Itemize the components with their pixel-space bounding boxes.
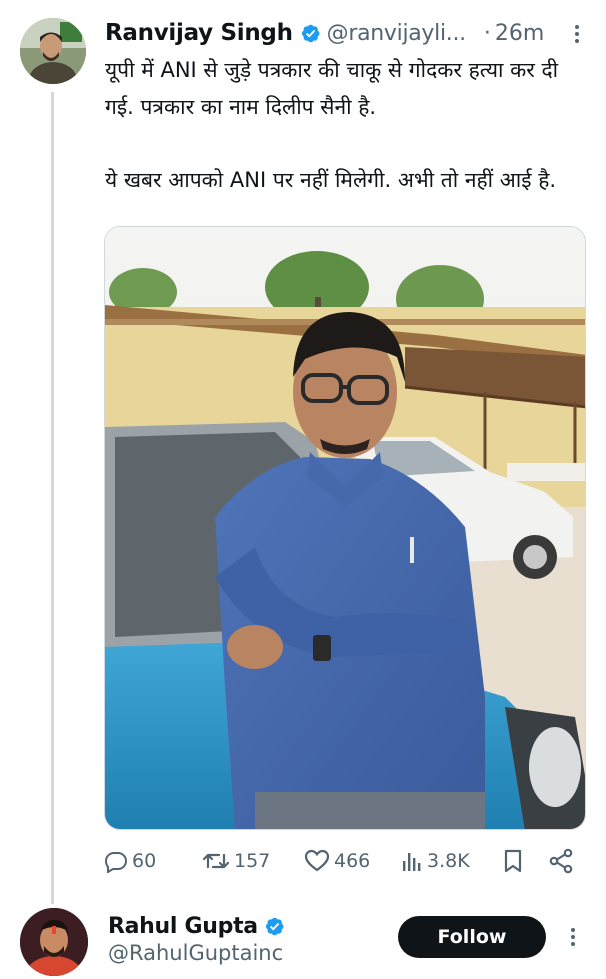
reply-author-name[interactable]: Rahul Gupta — [108, 914, 258, 939]
views-count: 3.8K — [427, 850, 470, 872]
tweet-header: Ranvijay Singh @ranvijayli... · 26m — [105, 16, 586, 50]
avatar[interactable] — [20, 908, 88, 976]
share-button[interactable] — [548, 844, 574, 878]
avatar[interactable] — [20, 18, 86, 84]
author-name[interactable]: Ranvijay Singh — [105, 20, 293, 46]
follow-button[interactable]: Follow — [398, 916, 546, 958]
more-vertical-icon[interactable] — [565, 924, 581, 950]
heart-icon — [304, 849, 330, 872]
tweet-photo[interactable] — [104, 226, 586, 830]
reply-author-info: Rahul Gupta @RahulGuptainc — [108, 909, 285, 965]
more-vertical-icon[interactable] — [568, 22, 586, 46]
share-icon — [549, 848, 573, 874]
reply-author-handle[interactable]: @RahulGuptainc — [108, 941, 285, 965]
like-count: 466 — [334, 850, 371, 872]
views-button[interactable]: 3.8K — [401, 844, 470, 878]
retweet-icon — [202, 853, 230, 869]
author-handle[interactable]: @ranvijayli... — [327, 21, 467, 46]
retweet-button[interactable]: 157 — [202, 844, 270, 878]
tweet-text-paragraph-1: यूपी में ANI से जुड़े पत्रकार की चाकू से… — [105, 58, 559, 119]
separator-dot: · — [483, 20, 491, 46]
retweet-count: 157 — [234, 850, 271, 872]
timestamp[interactable]: 26m — [495, 21, 544, 46]
reply-bubble-icon — [104, 852, 128, 873]
thread-connector-line — [51, 92, 54, 904]
tweet-action-bar: 60 157 466 3.8K — [104, 844, 576, 878]
verified-badge-icon — [265, 917, 284, 935]
tweet-text-paragraph-2: ये खबर आपको ANI पर नहीं मिलेगी. अभी तो न… — [105, 168, 557, 192]
bar-chart-icon — [403, 853, 421, 871]
reply-count: 60 — [132, 850, 157, 872]
bookmark-button[interactable] — [502, 844, 524, 878]
like-button[interactable]: 466 — [304, 844, 370, 878]
bookmark-icon — [504, 849, 522, 873]
verified-badge-icon — [301, 24, 320, 42]
reply-button[interactable]: 60 — [104, 844, 156, 878]
tweet-text: यूपी में ANI से जुड़े पत्रकार की चाकू से… — [105, 52, 575, 199]
